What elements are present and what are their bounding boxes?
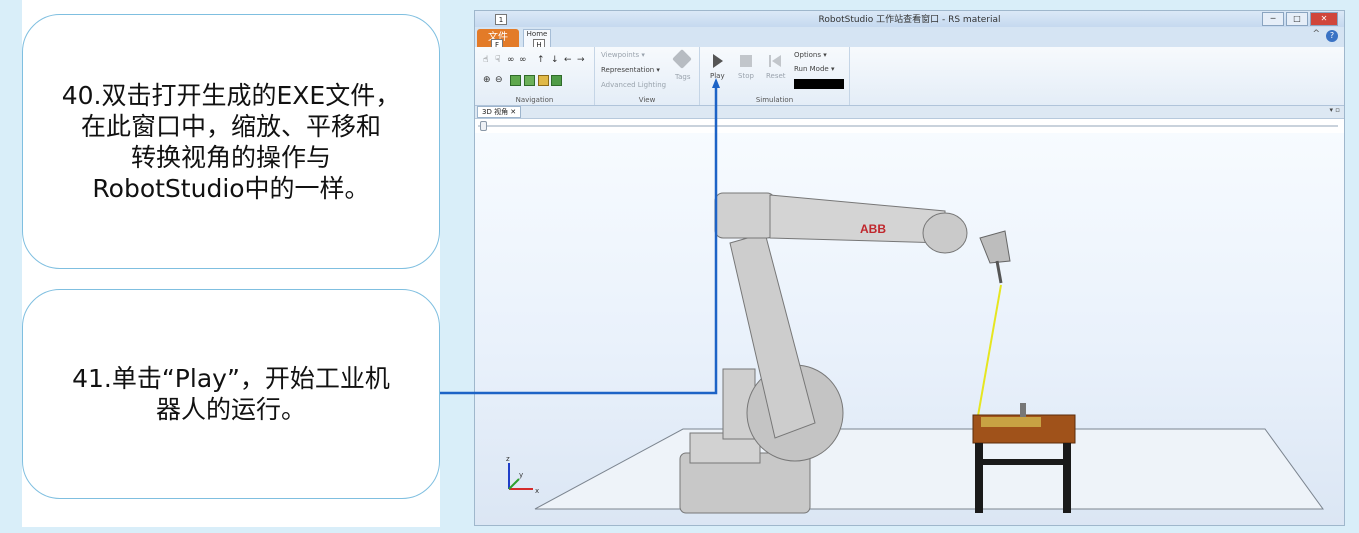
run-mode-value[interactable] — [794, 79, 844, 89]
stop-icon[interactable] — [738, 53, 754, 69]
robot-path — [974, 284, 1002, 434]
workpiece-pin — [1020, 403, 1026, 417]
tags-button[interactable]: Tags — [675, 73, 691, 81]
callout-40-line-3: 转换视角的操作与 — [130, 142, 331, 172]
robot-elbow — [714, 192, 776, 239]
group-simulation: Play Stop Reset Options ▾ Run Mode ▾ Sim… — [700, 47, 850, 105]
tab-3d-view[interactable]: 3D 视角 ✕ — [477, 106, 522, 118]
close-button[interactable]: ✕ — [1310, 12, 1338, 26]
rotate-icon[interactable]: ∞ — [507, 55, 515, 65]
robot-tool — [979, 230, 1011, 264]
maximize-button[interactable]: □ — [1286, 12, 1308, 26]
robot-brand-label: ABB — [860, 222, 886, 236]
group-simulation-label: Simulation — [755, 96, 794, 104]
options-dropdown[interactable]: Options ▾ — [794, 51, 827, 59]
ribbon: ☝ ☟ ∞ ∞ ↑ ↓ ← → ⊕ ⊖ Navigation Viewpoint… — [475, 47, 1344, 106]
timeline-track — [478, 125, 1338, 127]
keytip-qat: 1 — [495, 14, 507, 25]
view-all-icon[interactable] — [510, 75, 521, 86]
reset-icon[interactable] — [767, 53, 783, 69]
reset-button[interactable]: Reset — [766, 72, 786, 80]
group-navigation: ☝ ☟ ∞ ∞ ↑ ↓ ← → ⊕ ⊖ Navigation — [475, 47, 595, 105]
callout-40-line-4: RobotStudio中的一样。 — [92, 173, 370, 203]
robot-scene: ABB z y x — [506, 192, 1324, 514]
axis-x-label: x — [535, 487, 539, 495]
zoom-out-icon[interactable]: ⊖ — [495, 75, 503, 85]
table-leg-right — [1063, 443, 1071, 513]
representation-dropdown[interactable]: Representation ▾ — [601, 66, 660, 74]
group-navigation-label: Navigation — [515, 96, 554, 104]
floor-plane — [534, 428, 1324, 510]
callout-40-line-1: 40.双击打开生成的EXE文件， — [61, 80, 401, 110]
3d-viewport[interactable]: ABB z y x — [475, 133, 1344, 525]
robotstudio-viewer-window: RobotStudio 工作站查看窗口 - RS material 1 ─ □ … — [474, 10, 1345, 526]
robot-wrist — [922, 212, 968, 254]
play-icon[interactable] — [710, 53, 726, 69]
view-center-icon[interactable] — [524, 75, 535, 86]
timeline-slider[interactable] — [478, 121, 1338, 131]
pan-icon[interactable]: ∞ — [519, 55, 527, 65]
table-crossbar — [975, 459, 1071, 465]
help-icon[interactable]: ? — [1326, 30, 1338, 42]
callout-step-40: 40.双击打开生成的EXE文件， 在此窗口中，缩放、平移和 转换视角的操作与 R… — [22, 14, 440, 269]
zoom-in-icon[interactable]: ⊕ — [483, 75, 491, 85]
tag-icon[interactable] — [672, 49, 692, 69]
hand-down-icon[interactable]: ☟ — [495, 55, 500, 65]
arrow-up-icon[interactable]: ↑ — [537, 55, 545, 65]
minimize-button[interactable]: ─ — [1262, 12, 1284, 26]
world-axes-icon: z y x — [506, 455, 539, 495]
group-view-label: View — [638, 96, 656, 104]
callout-40-line-2: 在此窗口中，缩放、平移和 — [80, 111, 381, 141]
table-leg-left — [975, 443, 983, 513]
document-tab-bar: 3D 视角 ✕ ▾ ▫ — [475, 106, 1344, 119]
view-fit-icon[interactable] — [551, 75, 562, 86]
callout-step-41: 41.单击“Play”，开始工业机 器人的运行。 — [22, 289, 440, 499]
timeline-thumb[interactable] — [480, 121, 487, 131]
workpiece — [981, 417, 1041, 427]
title-bar: RobotStudio 工作站查看窗口 - RS material 1 ─ □ … — [475, 11, 1344, 27]
hand-icon[interactable]: ☝ — [483, 55, 488, 65]
viewpoints-dropdown[interactable]: Viewpoints ▾ — [601, 51, 645, 59]
tab-home-label: Home — [526, 30, 548, 38]
callout-41-line-1: 41.单击“Play”，开始工业机 — [72, 364, 390, 393]
callout-41-line-2: 器人的运行。 — [155, 395, 306, 424]
home-view-icon[interactable] — [538, 75, 549, 86]
ribbon-collapse-icon[interactable]: ^ — [1312, 29, 1320, 39]
axis-y-label: y — [519, 471, 523, 479]
arrow-left-icon[interactable]: ← — [564, 55, 572, 65]
robot-tool-tip — [995, 260, 1003, 284]
document-pin-icon[interactable]: ▾ ▫ — [1330, 106, 1340, 114]
axis-z-label: z — [506, 455, 510, 463]
play-button[interactable]: Play — [710, 72, 725, 80]
robot-upper-arm — [769, 194, 946, 244]
group-view: Viewpoints ▾ Representation ▾ Advanced L… — [595, 47, 700, 105]
advanced-lighting-button[interactable]: Advanced Lighting — [601, 81, 666, 89]
stop-button[interactable]: Stop — [738, 72, 754, 80]
run-mode-dropdown[interactable]: Run Mode ▾ — [794, 65, 834, 73]
arrow-right-icon[interactable]: → — [577, 55, 585, 65]
ribbon-tabs: 文件 F Home H ? ^ — [475, 27, 1344, 50]
arrow-down-icon[interactable]: ↓ — [551, 55, 559, 65]
window-title: RobotStudio 工作站查看窗口 - RS material — [818, 15, 1001, 25]
